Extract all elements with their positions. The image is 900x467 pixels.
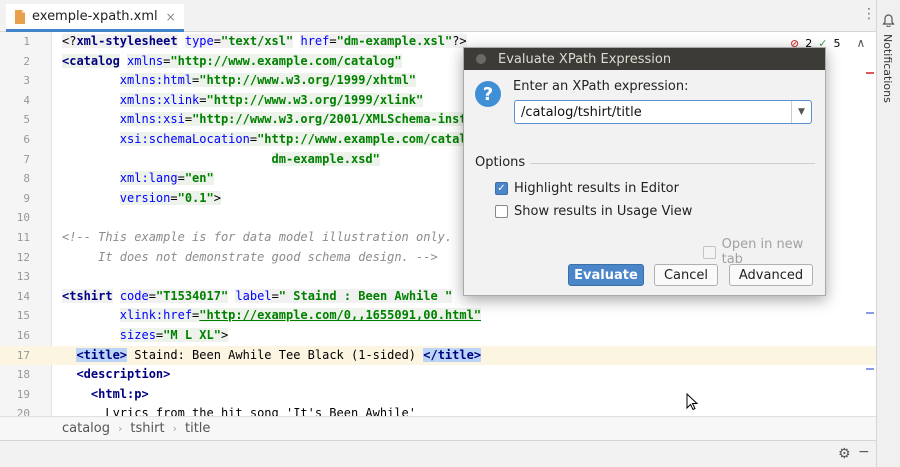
code-text: <!-- This example is for data model illu… <box>62 230 453 244</box>
code-text: <catalog xmlns="http://www.example.com/c… <box>62 53 402 68</box>
line-number: 15 <box>16 309 30 323</box>
line-number: 5 <box>23 113 30 127</box>
bell-icon[interactable] <box>882 12 895 28</box>
notifications-tab[interactable]: Notifications <box>881 34 894 103</box>
checkbox-disabled-icon <box>703 245 716 259</box>
chevron-down-icon[interactable]: ▼ <box>791 101 811 123</box>
checkbox-checked-icon[interactable]: ✓ <box>495 182 508 195</box>
line-number: 12 <box>16 250 30 264</box>
line-number: 3 <box>23 74 30 88</box>
code-text: <tshirt code="T1534017" label=" Staind :… <box>62 288 453 303</box>
open-new-tab-checkbox: Open in new tab <box>703 237 825 267</box>
gear-icon[interactable]: ⚙ <box>838 446 851 462</box>
code-text: dm-example.xsd" <box>271 151 380 166</box>
code-text: Lyrics from the hit song 'It's Been Awhi… <box>62 406 417 416</box>
question-icon: ? <box>475 81 501 107</box>
usage-view-checkbox[interactable]: Show results in Usage View <box>495 204 692 219</box>
code-text: xsi:schemaLocation="http://www.example.c… <box>119 132 467 146</box>
line-number: 19 <box>16 387 30 401</box>
line-number: 13 <box>16 270 30 284</box>
tab-exemple-xpath[interactable]: exemple-xpath.xml × <box>6 4 184 32</box>
breadcrumb-separator: › <box>172 422 177 435</box>
code-line[interactable]: 17 <title> Staind: Been Awhile Tee Black… <box>0 345 876 366</box>
prev-highlight-icon[interactable]: ∧ <box>856 36 865 50</box>
check-count: 5 <box>833 36 841 50</box>
code-text: version="0.1"> <box>119 190 221 205</box>
code-line[interactable]: 20 Lyrics from the hit song 'It's Been A… <box>0 404 876 416</box>
line-number: 20 <box>16 407 30 416</box>
code-text: sizes="M L XL"> <box>119 328 229 342</box>
xpath-input[interactable] <box>514 100 812 124</box>
breadcrumb: catalog › tshirt › title <box>0 416 876 440</box>
line-number: 11 <box>16 231 30 244</box>
code-line[interactable]: 19 <html:p> <box>0 385 876 405</box>
line-number: 16 <box>16 329 30 342</box>
line-number: 7 <box>23 152 30 166</box>
code-text: xmlns:html="http://www.w3.org/1999/xhtml… <box>119 73 417 88</box>
open-new-tab-label: Open in new tab <box>721 237 804 267</box>
line-number: 6 <box>23 133 30 146</box>
highlight-results-label: Highlight results in Editor <box>514 181 679 196</box>
code-text: xlink:href="http://example.com/0,,165509… <box>119 308 482 323</box>
scrollbar-markers[interactable] <box>864 72 876 416</box>
code-text: <?xml-stylesheet type="text/xsl" href="d… <box>62 34 467 48</box>
minimize-icon[interactable]: − <box>858 444 870 460</box>
line-number: 10 <box>16 211 30 225</box>
dialog-title-bar[interactable]: Evaluate XPath Expression <box>464 48 825 70</box>
options-divider <box>530 163 815 164</box>
breadcrumb-separator: › <box>118 422 123 435</box>
close-icon[interactable]: × <box>166 10 176 24</box>
mouse-pointer-icon <box>686 392 699 415</box>
breadcrumb-item[interactable]: tshirt <box>130 421 164 436</box>
code-text: xmlns:xlink="http://www.w3.org/1999/xlin… <box>119 92 424 107</box>
dialog-title: Evaluate XPath Expression <box>498 51 672 67</box>
options-heading: Options <box>475 155 526 170</box>
code-line[interactable]: 18 <description> <box>0 365 876 385</box>
code-line[interactable]: 15 xlink:href="http://example.com/0,,165… <box>0 306 876 326</box>
breadcrumb-item[interactable]: title <box>185 421 210 436</box>
code-text: <description> <box>76 367 171 382</box>
highlight-results-checkbox[interactable]: ✓ Highlight results in Editor <box>495 181 679 196</box>
usage-marker <box>866 368 874 370</box>
more-vertical-icon[interactable]: ⋮ <box>862 6 876 22</box>
code-text: It does not demonstrate good schema desi… <box>62 249 438 264</box>
line-number: 17 <box>16 348 30 362</box>
bottom-tool-bar: ⚙ − <box>0 440 876 467</box>
breadcrumb-item[interactable]: catalog <box>62 421 110 436</box>
tab-title: exemple-xpath.xml <box>32 9 158 24</box>
evaluate-button[interactable]: Evaluate <box>568 264 644 286</box>
line-number: 1 <box>23 35 30 48</box>
line-number: 14 <box>16 289 30 303</box>
line-number: 18 <box>16 368 30 382</box>
editor-tab-bar: exemple-xpath.xml × ⋮ <box>0 0 876 32</box>
cancel-button[interactable]: Cancel <box>654 264 718 286</box>
code-text: xml:lang="en" <box>119 171 214 186</box>
line-number: 8 <box>23 172 30 186</box>
code-text: <title> Staind: Been Awhile Tee Black (1… <box>76 347 482 362</box>
xml-file-icon <box>14 9 26 24</box>
code-text: <html:p> <box>90 386 149 401</box>
code-line[interactable]: 16 sizes="M L XL"> <box>0 326 876 346</box>
advanced-button[interactable]: Advanced <box>729 264 813 286</box>
right-tool-strip: Notifications <box>876 0 900 467</box>
code-text: xmlns:xsi="http://www.w3.org/2001/XMLSch… <box>119 112 467 127</box>
usage-view-label: Show results in Usage View <box>514 204 693 219</box>
line-number: 4 <box>23 93 30 107</box>
evaluate-xpath-dialog: Evaluate XPath Expression ? Enter an XPa… <box>463 47 826 296</box>
error-marker <box>866 72 874 74</box>
line-number: 2 <box>23 54 30 68</box>
line-number: 9 <box>23 191 30 205</box>
checkbox-unchecked-icon[interactable] <box>495 205 508 218</box>
usage-marker <box>866 312 874 314</box>
close-icon[interactable] <box>476 54 486 64</box>
xpath-prompt-label: Enter an XPath expression: <box>513 79 689 94</box>
